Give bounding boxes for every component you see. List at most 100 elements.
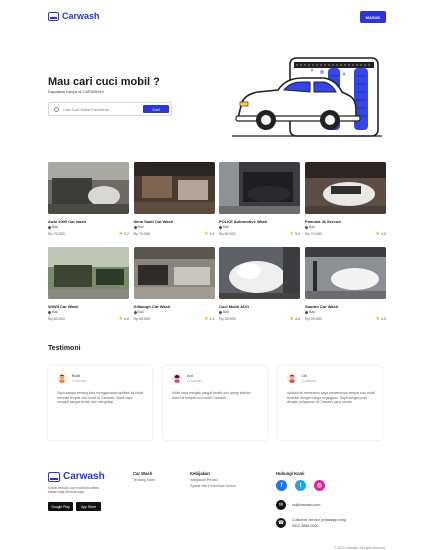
- footer-brand-logo[interactable]: Carwash: [48, 471, 105, 482]
- location-text: Bali: [309, 310, 315, 314]
- carwash-name: Auto 2000 Car wash: [48, 219, 87, 224]
- carwash-card[interactable]: Auto 2000 Car wash Bali Rp 70.000 ★ 4.2: [47, 162, 129, 242]
- carwash-location: Bali: [304, 224, 315, 230]
- login-button[interactable]: MASUK: [360, 11, 386, 23]
- facebook-icon[interactable]: f: [276, 480, 287, 491]
- testimonial-card: Budi Customer Saya sangat senang bisa me…: [48, 366, 152, 440]
- header: Carwash MASUK: [0, 0, 422, 34]
- instagram-icon[interactable]: ◎: [314, 480, 325, 491]
- testimonial-text: Saya sangat senang bisa menggunakan apli…: [57, 391, 144, 405]
- location-pin-icon: [218, 309, 223, 315]
- brand-logo[interactable]: Carwash: [48, 11, 100, 21]
- star-icon: ★: [375, 231, 380, 237]
- footer-description: Solusi terbaik cuci mobil favoritmu kapa…: [48, 486, 100, 495]
- rating-value: 4.2: [124, 232, 129, 236]
- footer-link-privacy[interactable]: Kebijakan Privasi: [190, 478, 218, 482]
- location-text: Bali: [52, 310, 58, 314]
- testimonial-title: Testimoni: [48, 345, 81, 352]
- carwash-name: Sima Sakti Car Wash: [133, 219, 174, 224]
- carwash-photo: [219, 162, 300, 214]
- avatar: [287, 373, 297, 383]
- carwash-name: Cuci Mobil ADO: [219, 304, 250, 309]
- google-play-button[interactable]: Google Play: [48, 502, 73, 511]
- carwash-location: Bali: [132, 224, 144, 230]
- rating-value: 4.8: [124, 317, 129, 321]
- carwash-location: Bali: [47, 224, 58, 230]
- carwash-location: Bali: [132, 309, 144, 315]
- carwash-price: Rp 70.000: [48, 232, 65, 236]
- location-text: Bali: [137, 225, 144, 229]
- carwash-price: Rp 25.000: [305, 317, 322, 321]
- carwash-rating: ★ 4.3: [204, 317, 215, 322]
- search-bar: Cari: [48, 102, 172, 116]
- app-store-button[interactable]: App Store: [76, 502, 101, 511]
- carwash-price: Rp 35.000: [219, 317, 236, 321]
- email-icon: ✉: [276, 500, 286, 510]
- testimonial-text: Aplikasi ini membantu saya menemukan tem…: [287, 391, 376, 405]
- testimonial-name: Ani: [187, 373, 193, 378]
- carwash-price: Rp 55.000: [133, 317, 151, 321]
- search-input[interactable]: [63, 105, 137, 114]
- carwash-rating: ★ 4.0: [375, 231, 386, 237]
- carwash-card[interactable]: Cuci Mobil ADO Bali Rp 35.000 ★ 4.8: [218, 247, 300, 327]
- car-logo-icon: [48, 471, 60, 482]
- contact-phone-note: Customer service (whatsapp only): [292, 518, 347, 522]
- carwash-location: Bali: [47, 309, 58, 315]
- rating-value: 4.5: [209, 232, 215, 236]
- footer-brand-name: Carwash: [63, 471, 105, 482]
- hero-title: Mau cari cuci mobil ?: [48, 76, 160, 88]
- carwash-card[interactable]: POLKE Automotive Wash Bali Rp 50.000 ★ 5.…: [218, 162, 300, 242]
- location-pin-icon: [304, 309, 309, 315]
- star-icon: ★: [375, 316, 380, 322]
- brand-name: Carwash: [62, 11, 100, 21]
- carwash-name: WiWit Car Wash: [48, 304, 79, 309]
- avatar: [57, 373, 67, 383]
- carwash-card[interactable]: Gilbaugh Car Wash Bali Rp 55.000 ★ 4.3: [132, 247, 215, 327]
- rating-value: 5.0: [295, 232, 300, 236]
- carwash-name: Gilbaugh Car Wash: [133, 304, 171, 309]
- contact-phone[interactable]: 0812-3888-0000: [292, 524, 318, 529]
- carwash-rating: ★ 4.8: [289, 316, 300, 322]
- carwash-rating: ★ 4.2: [119, 232, 129, 237]
- carwash-card[interactable]: Pamuka Jk Service Bali Rp 70.000 ★ 4.0: [304, 162, 386, 242]
- footer: Carwash Solusi terbaik cuci mobil favori…: [0, 462, 422, 550]
- carwash-photo: [219, 247, 300, 299]
- carwash-rating: ★ 4.8: [119, 317, 129, 322]
- contact-email[interactable]: cs@carwash.com: [292, 503, 320, 508]
- carwash-photo: [48, 247, 129, 299]
- footer-contact-title: Hubungi Kami: [276, 471, 305, 476]
- star-icon: ★: [289, 316, 294, 322]
- footer-link-about[interactable]: Tentang Kami: [133, 478, 155, 482]
- carwash-price: Rp 70.000: [133, 232, 151, 236]
- rating-value: 4.3: [209, 317, 215, 321]
- footer-link-terms[interactable]: Syarat dan Ketentuan Umum: [190, 484, 236, 488]
- location-pin-icon: [132, 224, 138, 230]
- carwash-card[interactable]: WiWit Car Wash Bali Rp 60.000 ★ 4.8: [47, 247, 129, 327]
- carwash-location: Bali: [218, 309, 229, 315]
- star-icon: ★: [204, 231, 209, 237]
- testimonial-card: Lili Customer Aplikasi ini membantu saya…: [278, 366, 382, 440]
- location-text: Bali: [137, 310, 144, 314]
- carwash-card[interactable]: Sandro Car Wash Bali Rp 25.000 ★ 4.5: [304, 247, 386, 327]
- hero-subtitle: Dapatkan hanya di CARWASH!: [48, 89, 104, 94]
- carwash-card[interactable]: Sima Sakti Car Wash Bali Rp 70.000 ★ 4.5: [132, 162, 215, 242]
- star-icon: ★: [289, 231, 294, 237]
- location-text: Bali: [309, 225, 315, 229]
- testimonial-role: Customer: [72, 379, 87, 383]
- rating-value: 4.0: [381, 232, 386, 236]
- carwash-price: Rp 50.000: [219, 232, 236, 236]
- carwash-price: Rp 60.000: [48, 317, 65, 321]
- copyright: © 2023 Carwash. All rights reserved.: [334, 546, 386, 550]
- carwash-rating: ★ 5.0: [289, 231, 300, 237]
- search-button[interactable]: Cari: [143, 105, 169, 113]
- twitter-icon[interactable]: t: [295, 480, 306, 491]
- carwash-photo: [48, 162, 129, 214]
- location-pin-icon: [304, 224, 309, 230]
- avatar: [172, 373, 182, 383]
- carwash-name: POLKE Automotive Wash: [219, 219, 268, 224]
- carwash-price: Rp 70.000: [305, 232, 322, 236]
- location-text: Bali: [52, 225, 58, 229]
- location-pin-icon: [47, 309, 52, 315]
- carwash-rating: ★ 4.5: [375, 316, 386, 322]
- search-icon: [54, 107, 59, 112]
